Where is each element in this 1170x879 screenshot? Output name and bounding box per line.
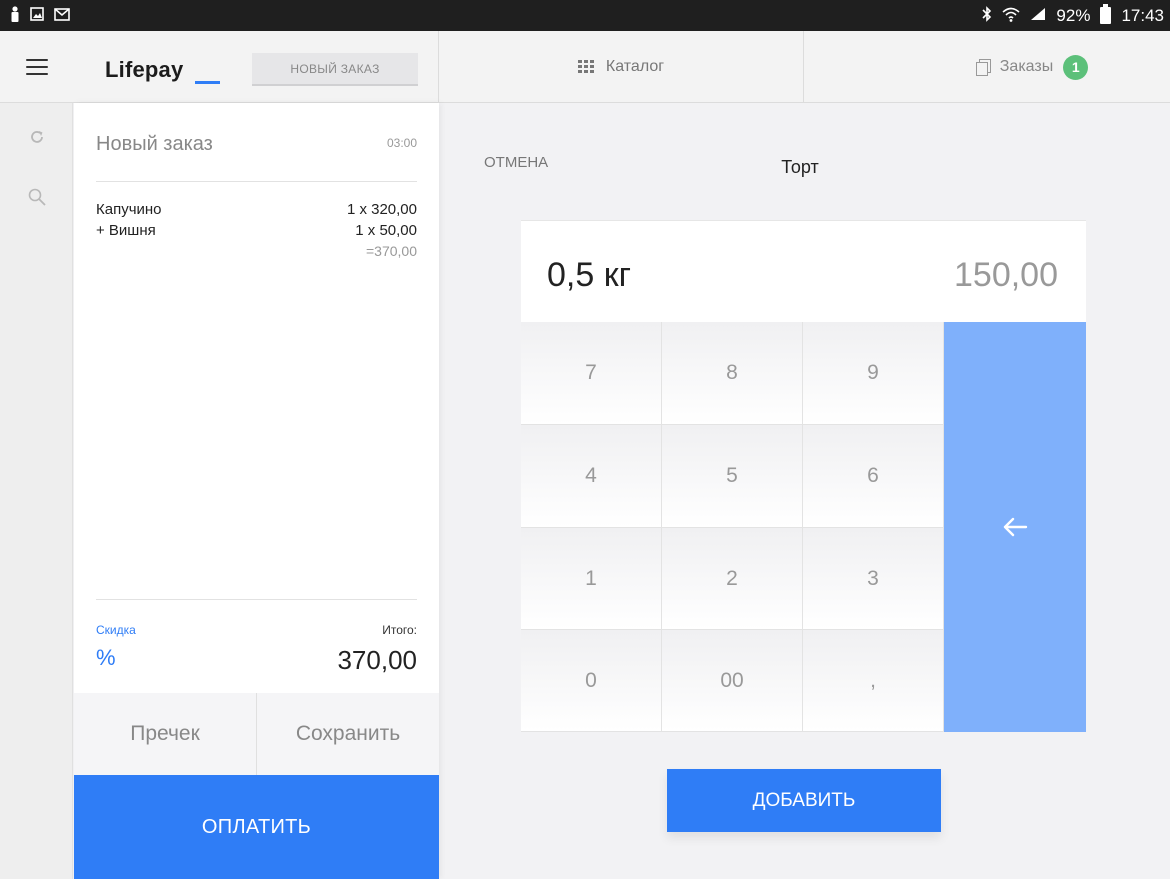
key-2[interactable]: 2 (662, 528, 803, 630)
tab-orders-label: Заказы (999, 58, 1054, 75)
hamburger-icon (25, 58, 48, 75)
key-6[interactable]: 6 (803, 425, 944, 528)
status-bar-right: 92% 17:43 (982, 4, 1164, 26)
image-icon (30, 7, 44, 24)
order-line-total: =370,00 (366, 243, 417, 259)
order-panel: Новый заказ 03:00 Капучино 1 x 320,00 + … (74, 103, 439, 879)
key-9[interactable]: 9 (803, 322, 944, 425)
battery-percent: 92% (1056, 5, 1091, 25)
key-00[interactable]: 00 (662, 630, 803, 732)
signal-icon (1030, 7, 1046, 24)
key-4[interactable]: 4 (521, 425, 662, 528)
tab-orders[interactable]: Заказы 1 (804, 31, 1170, 103)
backspace-button[interactable] (944, 322, 1086, 732)
logo: Lifepay (105, 57, 184, 82)
battery-icon (1100, 4, 1112, 24)
order-line-qty-price: 1 x 320,00 (346, 201, 417, 218)
key-3[interactable]: 3 (803, 528, 944, 630)
arrow-left-icon (1003, 517, 1028, 537)
discount-button[interactable]: % (96, 645, 116, 671)
order-line[interactable]: Капучино 1 x 320,00 (96, 199, 417, 220)
order-title: Новый заказ (96, 133, 213, 155)
order-line-name: Капучино (96, 201, 162, 218)
orders-count-badge: 1 (1063, 54, 1089, 80)
precheck-button[interactable]: Пречек (74, 693, 256, 775)
status-time: 17:43 (1121, 5, 1164, 25)
tab-catalog[interactable]: Каталог (438, 31, 804, 103)
menu-button[interactable] (0, 31, 73, 103)
tab-catalog-label: Каталог (605, 58, 665, 75)
mail-icon (54, 7, 70, 24)
status-bar: 92% 17:43 (0, 0, 1170, 31)
pay-button[interactable]: ОПЛАТИТЬ (74, 775, 439, 879)
total-value: 370,00 (337, 645, 417, 675)
grid-icon (577, 60, 594, 74)
quantity-display: 0,5 кг 150,00 (521, 220, 1086, 322)
cancel-button[interactable]: ОТМЕНА (484, 154, 548, 171)
search-icon[interactable] (22, 182, 52, 212)
key-5[interactable]: 5 (662, 425, 803, 528)
order-lines: Капучино 1 x 320,00 + Вишня 1 x 50,00 =3… (96, 199, 417, 261)
logo-cursor (195, 81, 220, 84)
wifi-icon (1002, 7, 1020, 25)
order-line[interactable]: + Вишня 1 x 50,00 (96, 220, 417, 241)
key-1[interactable]: 1 (521, 528, 662, 630)
order-actions: Пречек Сохранить (74, 693, 439, 775)
divider (96, 599, 417, 600)
left-rail (0, 31, 73, 879)
key-7[interactable]: 7 (521, 322, 662, 425)
new-order-tab[interactable]: НОВЫЙ ЗАКАЗ (252, 53, 418, 86)
order-time: 03:00 (386, 136, 417, 150)
key-0[interactable]: 0 (521, 630, 662, 732)
bluetooth-icon (982, 6, 992, 25)
order-line-name: + Вишня (96, 222, 156, 239)
person-icon (10, 6, 20, 25)
numeric-keypad: 7 8 9 4 5 6 1 2 3 0 00 , (521, 322, 1086, 732)
divider (96, 181, 417, 182)
save-button[interactable]: Сохранить (256, 693, 439, 775)
top-bar: Lifepay НОВЫЙ ЗАКАЗ Каталог Заказы 1 (73, 31, 1170, 103)
key-8[interactable]: 8 (662, 322, 803, 425)
total-label: Итого: (382, 623, 417, 637)
add-button[interactable]: ДОБАВИТЬ (667, 769, 941, 832)
discount-label: Скидка (96, 623, 136, 637)
price-value: 150,00 (954, 256, 1058, 294)
key-comma[interactable]: , (803, 630, 944, 732)
product-title: Торт (781, 157, 819, 177)
quantity-value: 0,5 кг (547, 256, 631, 294)
status-bar-left (10, 6, 70, 25)
refresh-icon[interactable] (22, 122, 52, 152)
copy-icon (975, 59, 991, 76)
order-line-qty-price: 1 x 50,00 (355, 222, 417, 239)
